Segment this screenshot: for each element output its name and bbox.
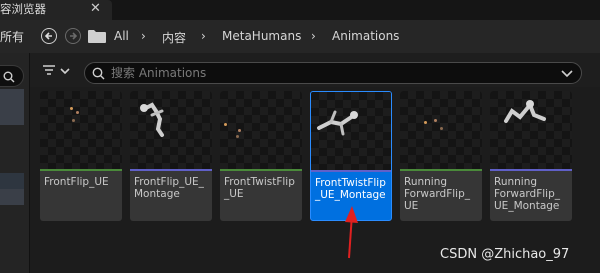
asset-type-stripe	[220, 169, 302, 171]
asset-type-stripe	[400, 169, 482, 171]
asset-tile[interactable]: FrontFlip_UE_ Montage	[130, 91, 212, 221]
forward-button[interactable]	[65, 28, 81, 44]
breadcrumb-separator[interactable]: ›	[201, 29, 206, 43]
sources-panel	[0, 53, 30, 273]
path-toolbar: 所有 All › 内容 › MetaHumans › Animations	[0, 20, 600, 53]
asset-thumbnail	[130, 91, 212, 169]
tab-title: 容浏览器	[0, 2, 46, 16]
breadcrumb-animations[interactable]: Animations	[332, 29, 399, 43]
asset-thumbnail	[311, 92, 391, 170]
arrow-right-icon	[70, 32, 78, 40]
asset-grid: FrontFlip_UE FrontFlip_UE_ Montage FrontT…	[30, 87, 600, 273]
figure-preview	[317, 110, 358, 136]
arrow-left-icon	[44, 32, 52, 40]
asset-tile[interactable]: FrontFlip_UE	[40, 91, 122, 221]
asset-thumbnail	[40, 91, 122, 169]
watermark: CSDN @Zhichao_97	[440, 247, 570, 262]
asset-name: FrontTwistFlip _UE	[224, 176, 295, 200]
back-button[interactable]	[41, 28, 57, 44]
search-input[interactable]	[111, 65, 551, 81]
folder-tree-item[interactable]	[0, 189, 24, 205]
asset-name: Running ForwardFlip_ UE	[404, 176, 471, 212]
folder-tree-item[interactable]	[0, 89, 24, 125]
figure-preview	[504, 100, 546, 123]
asset-type-stripe	[490, 169, 572, 171]
sources-search[interactable]	[0, 65, 24, 87]
asset-thumbnail	[220, 91, 302, 169]
close-icon[interactable]: ✕	[90, 0, 101, 18]
asset-name: Running ForwardFlip_ UE_Montage	[494, 176, 561, 212]
asset-name: FrontFlip_UE	[44, 176, 109, 188]
breadcrumb-all[interactable]: All	[114, 29, 129, 43]
breadcrumb-separator[interactable]: ›	[141, 29, 146, 43]
asset-tile[interactable]: FrontTwistFlip _UE	[220, 91, 302, 221]
sources-label[interactable]: 所有	[0, 28, 24, 45]
filter-icon[interactable]	[42, 64, 72, 78]
asset-search-box[interactable]	[84, 62, 582, 84]
breadcrumb-metahumans[interactable]: MetaHumans	[222, 29, 301, 43]
figure-preview	[140, 102, 164, 137]
tab-bar: 容浏览器 ✕	[0, 0, 600, 20]
asset-tile[interactable]: Running ForwardFlip_ UE_Montage	[490, 91, 572, 221]
asset-name: FrontFlip_UE_ Montage	[134, 176, 204, 200]
tab-content-browser[interactable]: 容浏览器 ✕	[0, 0, 112, 20]
search-icon	[92, 67, 105, 80]
asset-type-stripe	[40, 169, 122, 171]
breadcrumb-separator[interactable]: ›	[311, 29, 316, 43]
folder-icon[interactable]	[88, 29, 106, 43]
asset-tile-selected[interactable]: FrontTwistFlip _UE_Montage	[310, 91, 392, 221]
asset-type-stripe	[130, 169, 212, 171]
chevron-down-icon[interactable]	[561, 68, 573, 78]
filter-bar	[30, 53, 600, 87]
asset-thumbnail	[490, 91, 572, 169]
asset-name: FrontTwistFlip _UE_Montage	[315, 177, 386, 201]
search-icon	[3, 71, 15, 83]
folder-tree-item[interactable]	[0, 173, 24, 189]
asset-tile[interactable]: Running ForwardFlip_ UE	[400, 91, 482, 221]
breadcrumb-content[interactable]: 内容	[162, 29, 186, 46]
asset-thumbnail	[400, 91, 482, 169]
asset-type-stripe	[311, 170, 391, 172]
